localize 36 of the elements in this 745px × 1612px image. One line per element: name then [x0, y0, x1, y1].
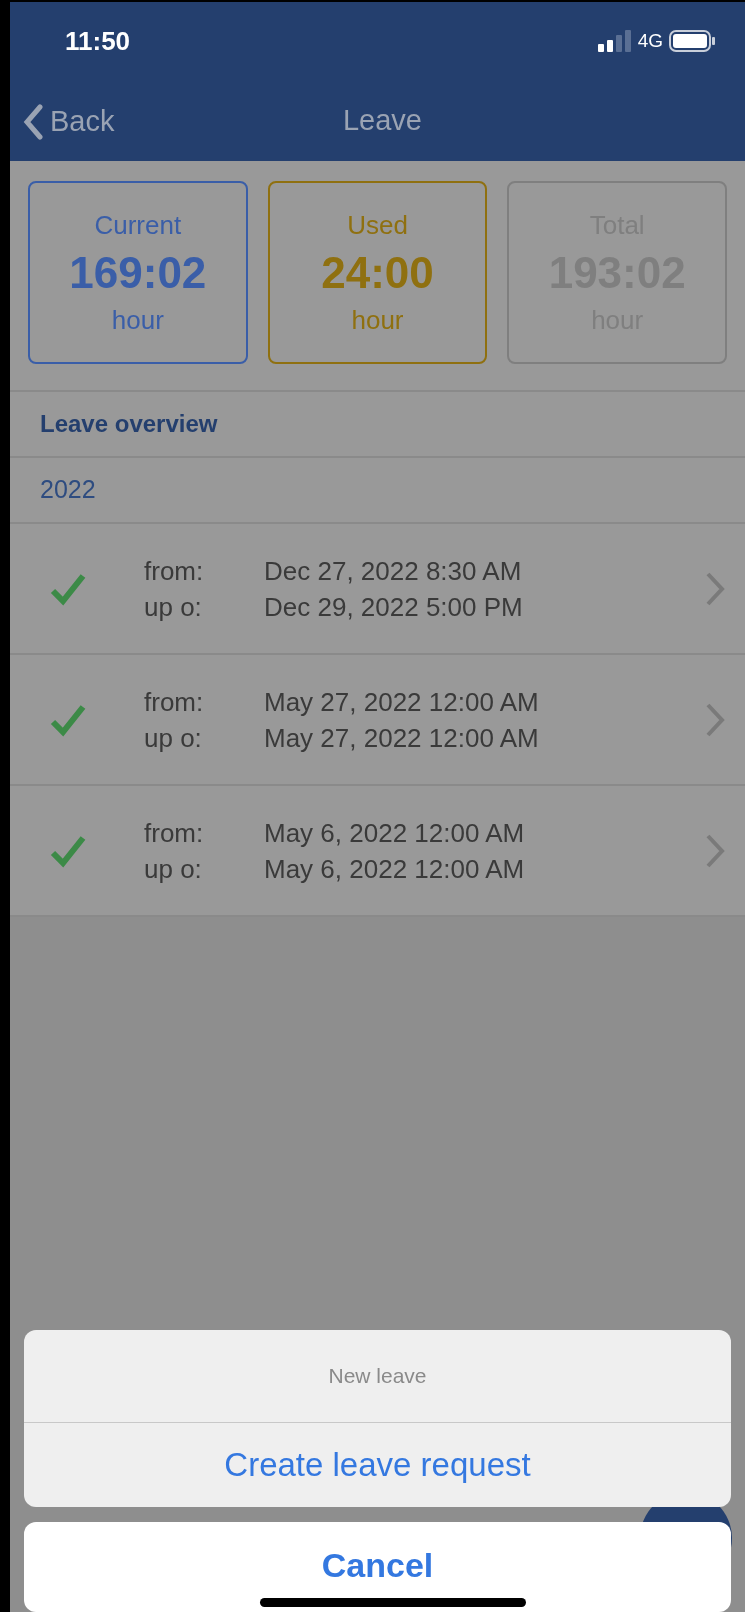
status-time: 11:50	[65, 24, 131, 58]
year-heading: 2022	[40, 474, 96, 506]
to-label: up o:	[144, 852, 203, 886]
card-label: Current	[94, 208, 182, 242]
from-label: from:	[144, 685, 205, 719]
leave-row[interactable]: from: Dec 27, 2022 8:30 AM up o: Dec 29, 2022 5:00 PM	[10, 524, 745, 655]
section-title: Leave overview	[40, 409, 218, 439]
to-date: May 27, 2022 12:00 AM	[264, 721, 540, 755]
card-label: Used	[347, 208, 408, 242]
from-label: from:	[144, 554, 205, 588]
card-unit: hour	[111, 303, 164, 337]
from-date: May 6, 2022 12:00 AM	[264, 816, 526, 850]
battery-icon	[669, 30, 715, 52]
chevron-left-icon	[22, 103, 44, 140]
from-date: Dec 27, 2022 8:30 AM	[264, 554, 523, 588]
back-button[interactable]: Back	[22, 100, 115, 144]
card-value: 169:02	[69, 250, 207, 295]
card-unit: hour	[351, 303, 404, 337]
screen-title: Leave	[343, 102, 422, 138]
signal-icon	[597, 30, 632, 52]
chevron-right-icon	[705, 832, 725, 869]
network-label: 4G	[637, 28, 663, 53]
to-label: up o:	[144, 590, 203, 624]
to-label: up o:	[144, 721, 203, 755]
from-date: May 27, 2022 12:00 AM	[264, 685, 540, 719]
to-date: Dec 29, 2022 5:00 PM	[264, 590, 524, 624]
chevron-right-icon	[705, 570, 725, 607]
card-value: 24:00	[321, 250, 434, 295]
cancel-button[interactable]: Cancel	[24, 1522, 731, 1612]
chevron-right-icon	[705, 701, 725, 738]
action-button[interactable]: Create leave request	[24, 1423, 731, 1507]
leave-row[interactable]: from: May 6, 2022 12:00 AM up o: May 6, 2022 12:00 AM	[10, 786, 745, 917]
to-date: May 6, 2022 12:00 AM	[264, 852, 526, 886]
from-label: from:	[144, 816, 205, 850]
leave-row[interactable]: from: May 27, 2022 12:00 AM up o: May 27, 2022 12:00 AM	[10, 655, 745, 786]
sheet-title: New leave	[328, 1363, 427, 1390]
